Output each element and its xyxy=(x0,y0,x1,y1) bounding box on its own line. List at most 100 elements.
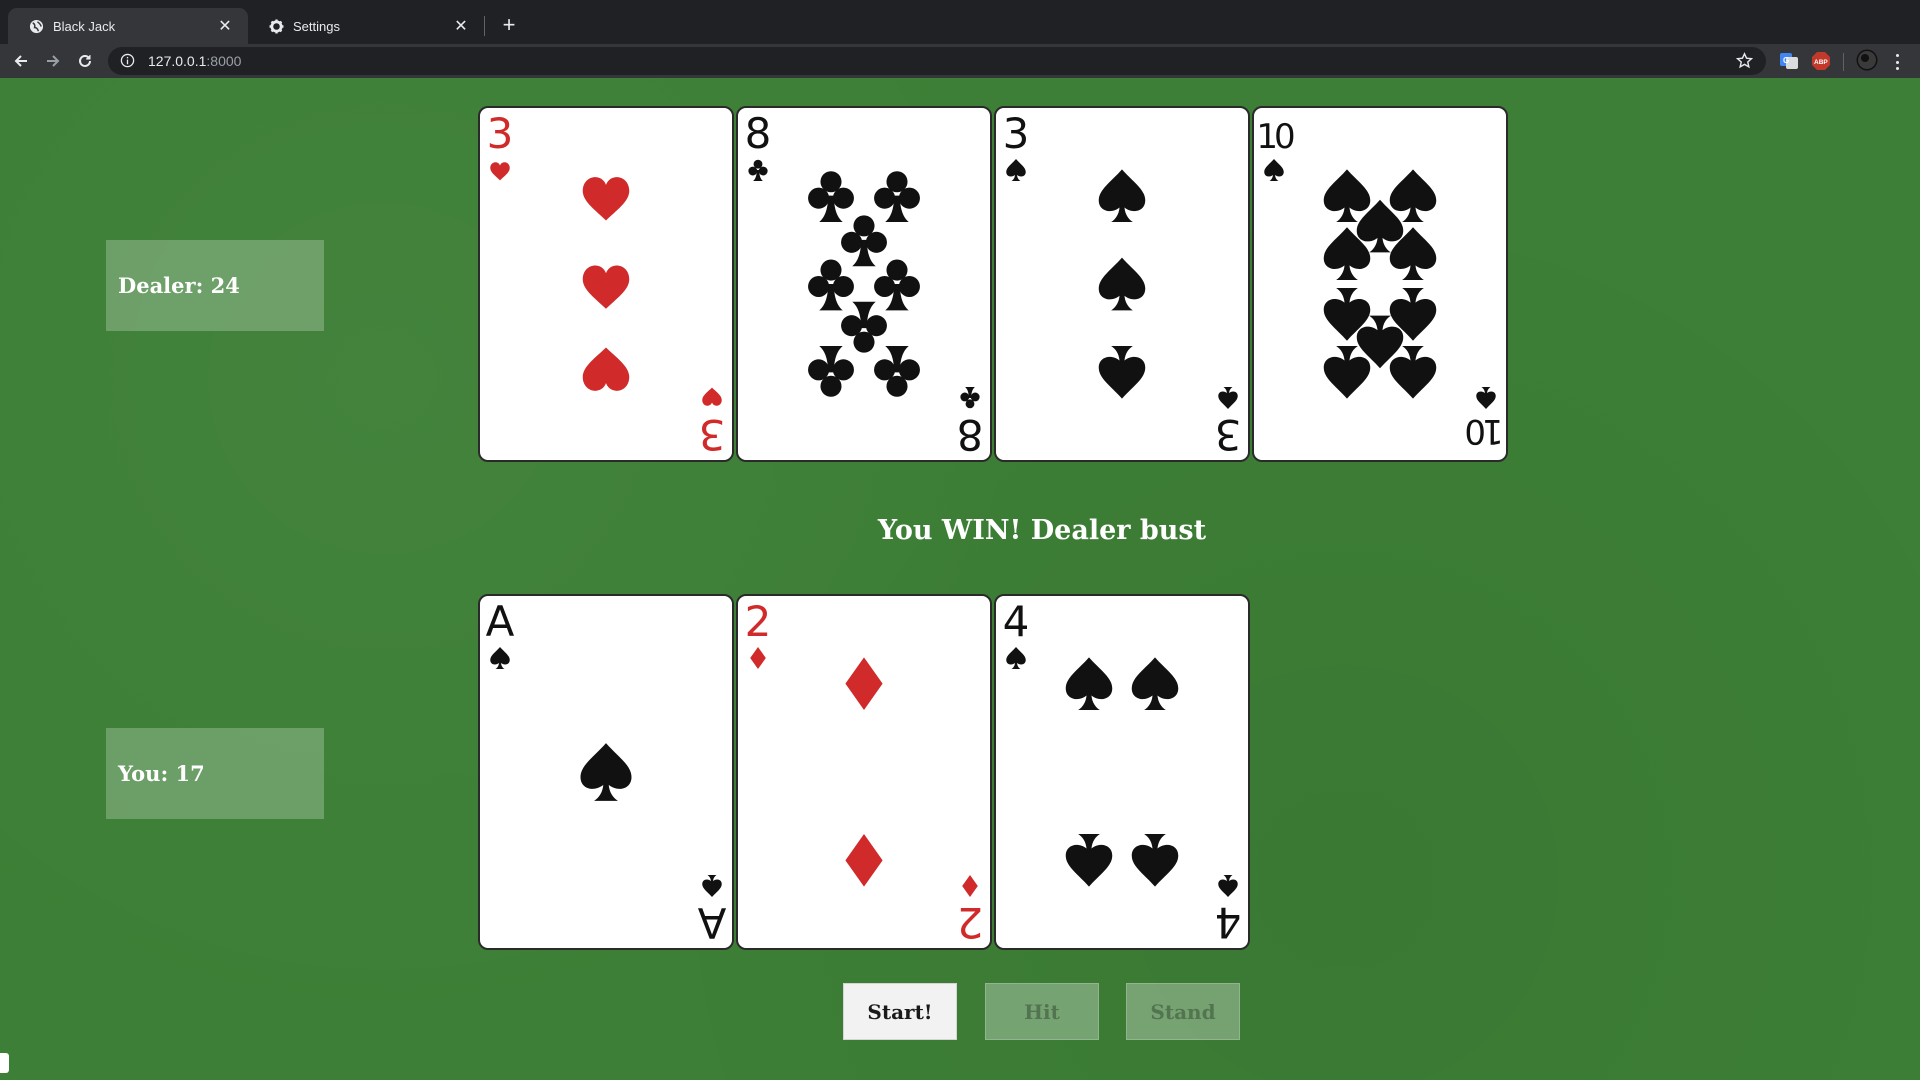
back-button[interactable] xyxy=(8,48,34,74)
clubs-icon xyxy=(748,159,768,182)
tab-strip: Black Jack ✕ Settings ✕ + xyxy=(0,0,1920,44)
dealer-card-1: 33 xyxy=(478,106,734,462)
tab-title: Settings xyxy=(293,18,340,34)
dealer-card-3: 33 xyxy=(994,106,1250,462)
spades-icon xyxy=(1218,386,1238,410)
clubs-icon xyxy=(808,259,854,311)
card-corner-bottom: 8 xyxy=(957,386,983,459)
spades-icon xyxy=(1389,345,1437,399)
card-rank: 3 xyxy=(699,410,726,459)
stand-button[interactable]: Stand xyxy=(1126,983,1240,1040)
page-edge-marker xyxy=(0,1053,9,1073)
new-tab-button[interactable]: + xyxy=(496,12,522,38)
clubs-icon xyxy=(874,345,920,397)
spades-icon xyxy=(1131,657,1179,711)
browser-toolbar: 127.0.0.1:8000 G ABP xyxy=(0,44,1920,78)
clubs-icon xyxy=(808,345,854,397)
game-table: Dealer: 24 You: 17 33 88 33 10 10 You WIN… xyxy=(0,78,1920,1080)
spades-icon xyxy=(702,874,722,898)
url-text: 127.0.0.1:8000 xyxy=(148,53,241,69)
card-face: 10 10 xyxy=(1256,117,1504,451)
card-rank: 4 xyxy=(1215,898,1242,947)
spades-icon xyxy=(1323,345,1371,399)
tab-separator xyxy=(484,16,485,36)
card-corner-top: 3 xyxy=(487,109,514,181)
card-face: 33 xyxy=(487,109,726,459)
card-rank: A xyxy=(697,898,726,947)
hit-button[interactable]: Hit xyxy=(985,983,1099,1040)
dealer-score-box: Dealer: 24 xyxy=(106,240,324,331)
svg-text:ABP: ABP xyxy=(1814,59,1828,66)
spades-icon xyxy=(1006,646,1026,670)
card-face: 22 xyxy=(745,597,984,947)
arrow-right-icon xyxy=(47,55,60,67)
clubs-icon xyxy=(841,301,887,353)
close-tab-icon[interactable]: ✕ xyxy=(216,17,234,35)
card-face: 44 xyxy=(1003,597,1242,947)
spades-icon xyxy=(1131,833,1179,887)
globe-icon xyxy=(28,18,44,34)
profile-avatar[interactable] xyxy=(1856,49,1878,71)
dealer-score: Dealer: 24 xyxy=(118,273,240,298)
spades-icon xyxy=(1098,257,1146,311)
card-corner-top: 3 xyxy=(1003,109,1030,182)
card-rank: 3 xyxy=(487,109,514,158)
card-rank: 10 xyxy=(1256,117,1294,157)
gear-icon xyxy=(268,18,284,34)
info-icon[interactable] xyxy=(120,53,136,69)
card-corner-top: 2 xyxy=(745,597,772,670)
card-face: 33 xyxy=(1003,109,1242,459)
tab-settings[interactable]: Settings ✕ xyxy=(248,8,484,44)
card-corner-top: A xyxy=(486,597,515,670)
reload-button[interactable] xyxy=(72,48,98,74)
card-corner-bottom: 10 xyxy=(1466,386,1504,451)
spades-icon xyxy=(1218,874,1238,898)
clubs-icon xyxy=(874,171,920,223)
diamonds-icon xyxy=(845,657,883,711)
player-card-1: AA xyxy=(478,594,734,950)
card-face: 88 xyxy=(745,109,984,459)
reload-icon xyxy=(79,54,91,67)
clubs-icon xyxy=(808,171,854,223)
hearts-icon xyxy=(702,387,722,406)
spades-icon xyxy=(580,743,632,801)
player-score-box: You: 17 xyxy=(106,728,324,819)
card-corner-top: 8 xyxy=(745,109,771,182)
card-corner-bottom: 2 xyxy=(957,874,983,947)
adblock-icon[interactable]: ABP xyxy=(1811,51,1831,71)
toolbar-separator xyxy=(1843,53,1844,71)
spades-icon xyxy=(1323,169,1371,223)
player-card-3: 44 xyxy=(994,594,1250,950)
diamonds-icon xyxy=(750,646,766,670)
translate-icon[interactable]: G xyxy=(1779,51,1799,71)
clubs-icon xyxy=(960,386,980,409)
card-rank: 3 xyxy=(1003,109,1030,158)
start-button[interactable]: Start! xyxy=(843,983,957,1040)
spades-icon xyxy=(1065,833,1113,887)
dealer-card-2: 88 xyxy=(736,106,992,462)
diamonds-icon xyxy=(962,874,978,898)
hearts-icon xyxy=(582,347,630,391)
card-rank: 3 xyxy=(1215,410,1242,459)
clubs-icon xyxy=(841,215,887,267)
tab-black-jack[interactable]: Black Jack ✕ xyxy=(8,8,248,44)
card-corner-bottom: 4 xyxy=(1215,874,1242,947)
address-bar[interactable]: 127.0.0.1:8000 xyxy=(108,47,1766,75)
dealer-card-4: 10 10 xyxy=(1252,106,1508,462)
card-rank: 2 xyxy=(745,597,772,646)
spades-icon xyxy=(1476,386,1496,410)
svg-text:G: G xyxy=(1783,56,1789,65)
url-port: :8000 xyxy=(206,53,242,69)
hearts-icon xyxy=(582,265,630,309)
card-corner-top: 10 xyxy=(1256,117,1298,182)
menu-dots-icon[interactable] xyxy=(1888,52,1906,72)
diamonds-icon xyxy=(845,833,883,887)
forward-button[interactable] xyxy=(40,48,66,74)
tab-title: Black Jack xyxy=(53,18,116,34)
card-corner-bottom: 3 xyxy=(699,387,726,459)
bookmark-star-icon[interactable] xyxy=(1736,52,1754,70)
close-tab-icon[interactable]: ✕ xyxy=(452,17,470,35)
card-face: AA xyxy=(486,597,727,947)
spades-icon xyxy=(1065,657,1113,711)
hearts-icon xyxy=(582,177,630,221)
